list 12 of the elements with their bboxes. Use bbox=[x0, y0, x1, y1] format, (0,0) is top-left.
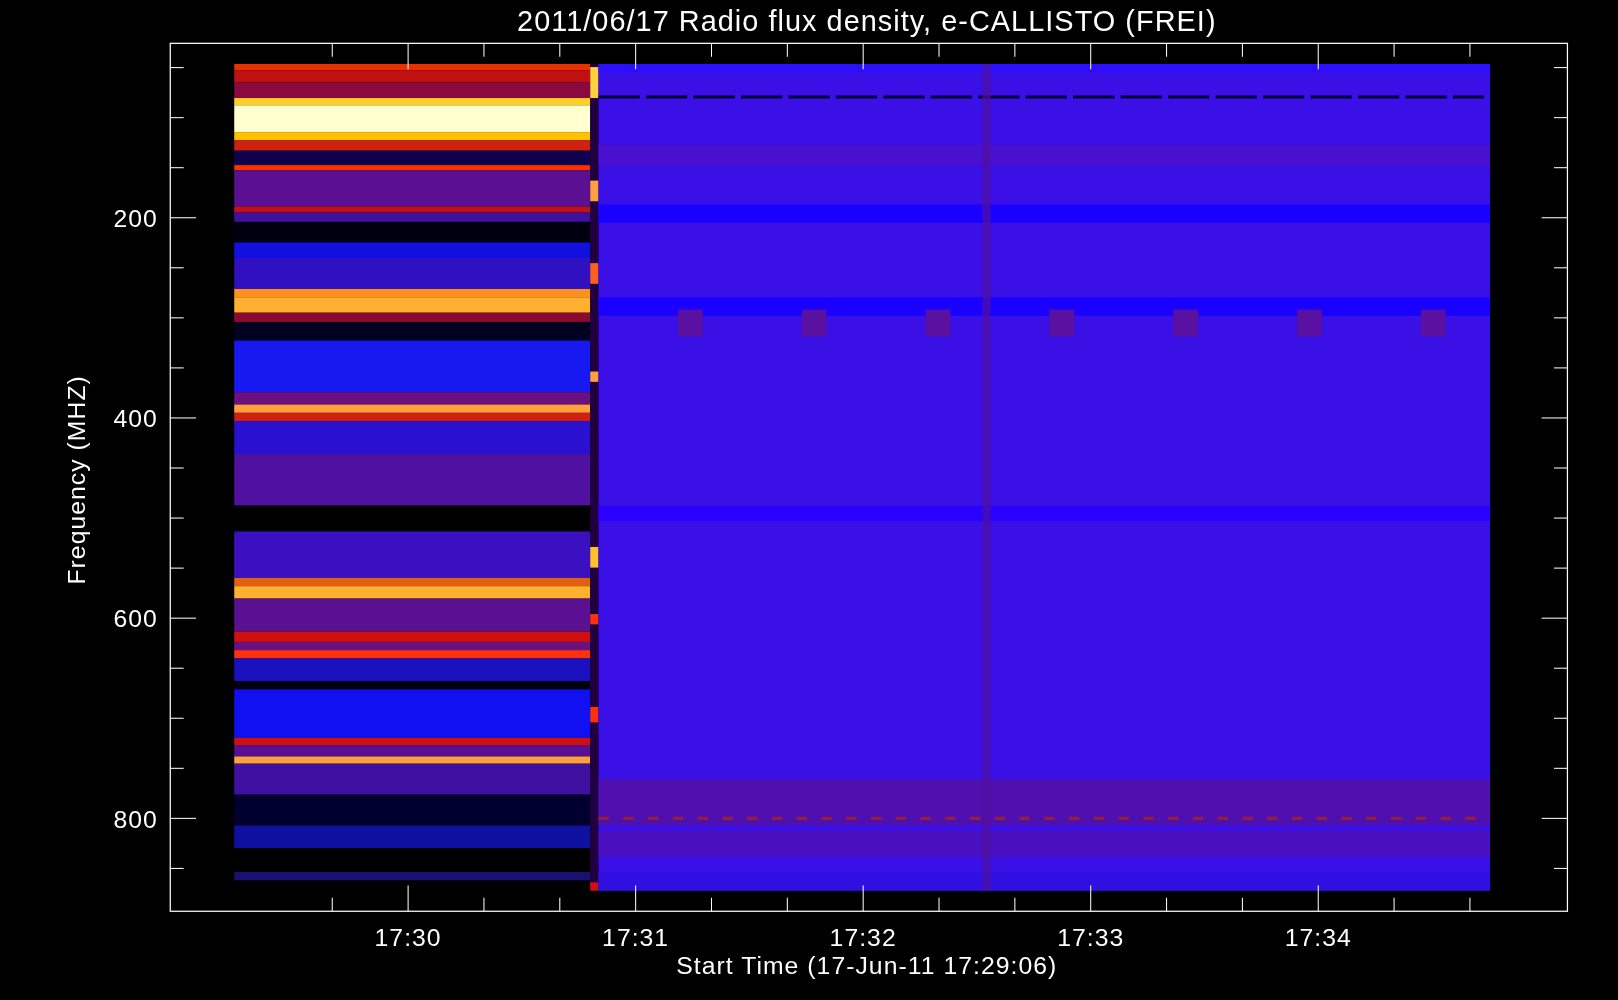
y-tick-label: 600 bbox=[113, 605, 158, 633]
x-axis-title: Start Time (17-Jun-11 17:29:06) bbox=[676, 952, 1058, 980]
y-tick-label: 200 bbox=[113, 205, 158, 233]
chart-title: 2011/06/17 Radio flux density, e-CALLISTO (FREI) bbox=[517, 4, 1217, 37]
y-axis-title: Frequency (MHZ) bbox=[62, 375, 90, 585]
y-tick-label: 800 bbox=[113, 805, 158, 833]
x-tick-label: 17:33 bbox=[1057, 924, 1125, 952]
x-tick-label: 17:31 bbox=[602, 924, 670, 952]
x-tick-label: 17:34 bbox=[1284, 924, 1352, 952]
x-tick-label: 17:30 bbox=[374, 924, 442, 952]
x-tick-label: 17:32 bbox=[829, 924, 897, 952]
y-tick-label: 400 bbox=[113, 405, 158, 433]
